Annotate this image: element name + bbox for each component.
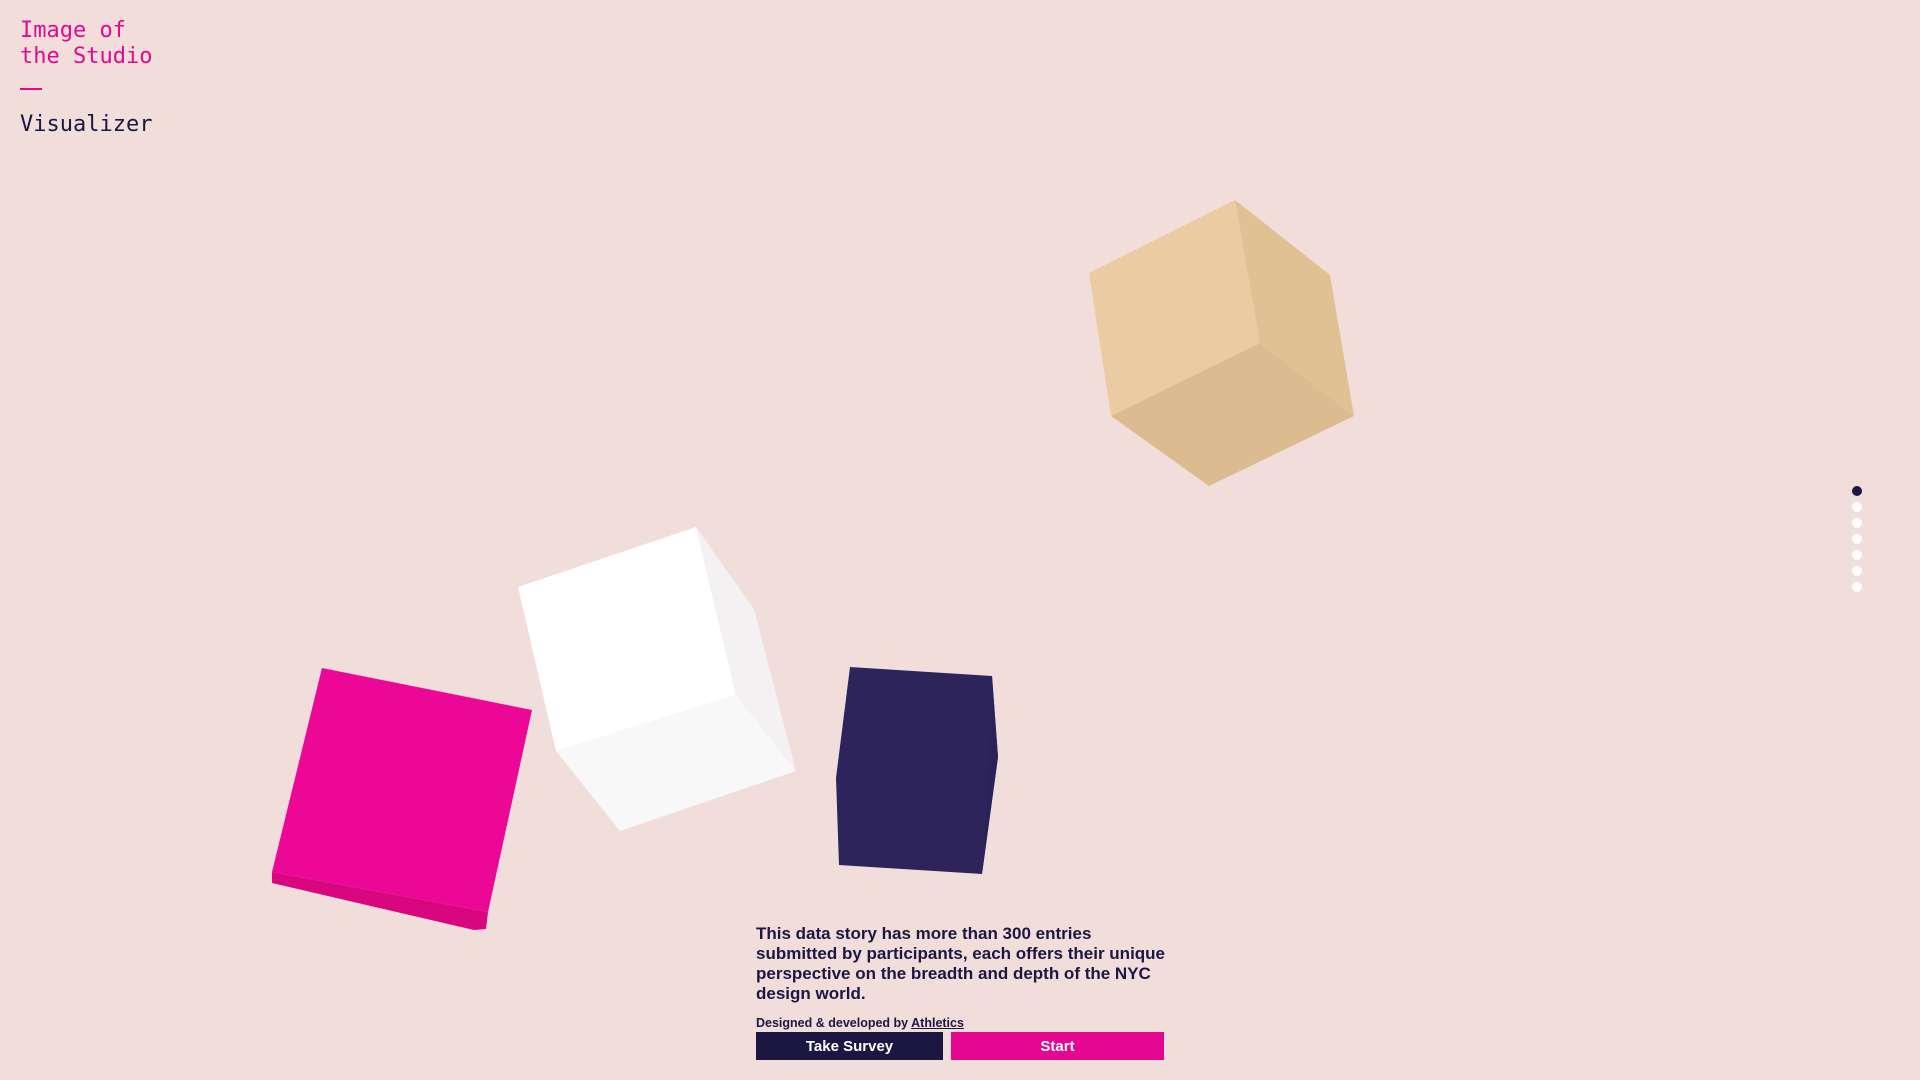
start-button[interactable]: Start — [951, 1032, 1164, 1060]
pagination-dot[interactable] — [1852, 566, 1862, 576]
pagination-dot[interactable] — [1852, 550, 1862, 560]
intro-panel: This data story has more than 300 entrie… — [756, 924, 1166, 1030]
credit-line: Designed & developed by Athletics — [756, 1016, 1166, 1030]
tan-cube — [1089, 200, 1354, 486]
navy-cube — [836, 667, 998, 874]
section-pagination — [1851, 486, 1863, 592]
pagination-dot[interactable] — [1852, 502, 1862, 512]
action-buttons: Take Survey Start — [756, 1032, 1164, 1060]
pagination-dot[interactable] — [1852, 518, 1862, 528]
cube-visualization — [272, 200, 1354, 930]
pagination-dot[interactable] — [1852, 582, 1862, 592]
athletics-link[interactable]: Athletics — [911, 1016, 964, 1030]
take-survey-button[interactable]: Take Survey — [756, 1032, 943, 1060]
pink-cube — [272, 668, 532, 930]
white-cube — [518, 527, 796, 831]
pagination-dot[interactable] — [1852, 534, 1862, 544]
intro-text: This data story has more than 300 entrie… — [756, 924, 1166, 1003]
pagination-dot-active[interactable] — [1852, 486, 1862, 496]
credit-prefix: Designed & developed by — [756, 1016, 912, 1030]
